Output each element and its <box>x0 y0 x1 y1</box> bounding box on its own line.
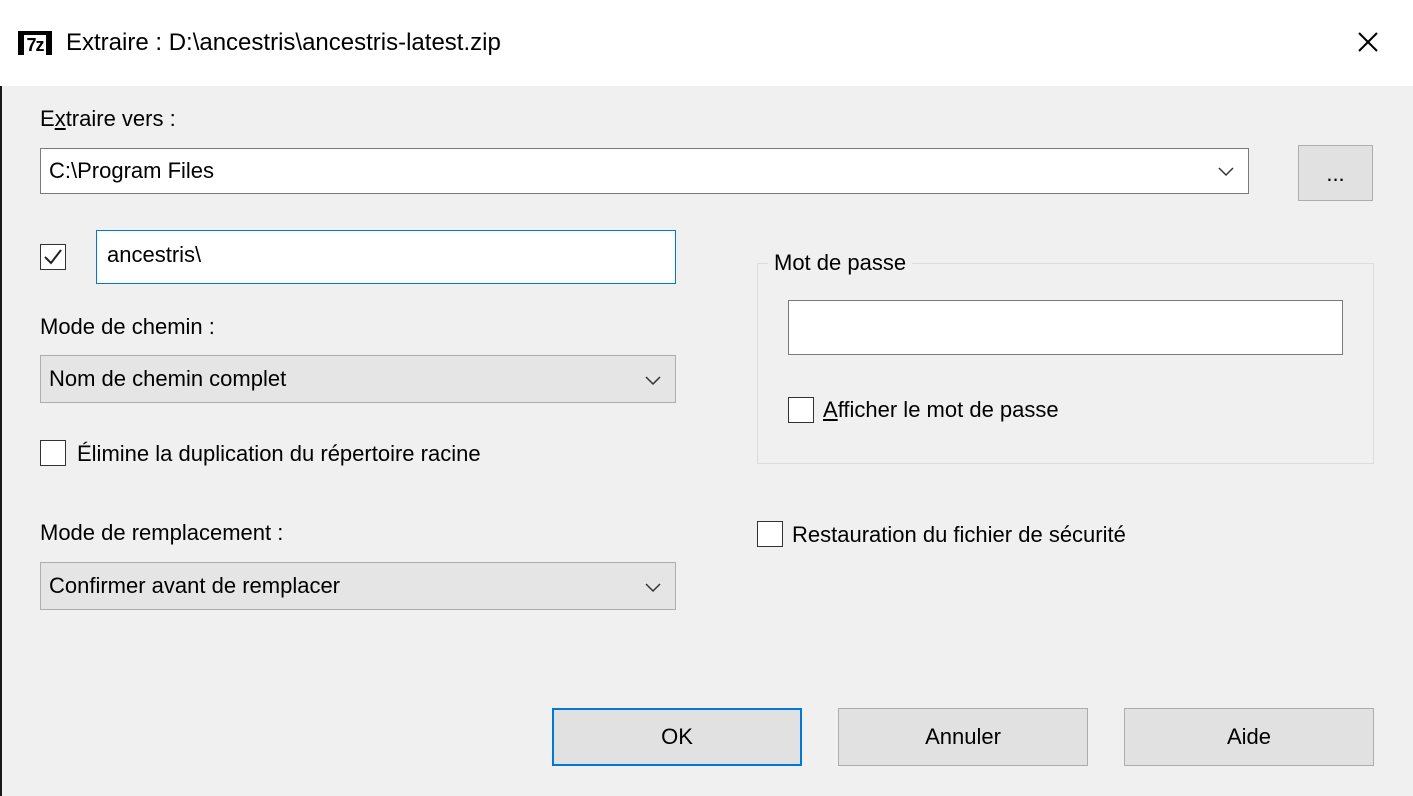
show-password-label[interactable]: Afficher le mot de passe <box>823 397 1059 423</box>
checkmark-icon <box>44 249 62 265</box>
password-input[interactable] <box>788 300 1343 355</box>
window-title: Extraire : D:\ancestris\ancestris-latest… <box>66 29 501 56</box>
extract-to-label: Extraire vers : <box>40 106 176 131</box>
overwrite-mode-selected: Confirmer avant de remplacer <box>49 573 341 598</box>
extract-path-value: C:\Program Files <box>49 158 215 183</box>
restore-security-label[interactable]: Restauration du fichier de sécurité <box>792 522 1126 548</box>
eliminate-duplication-label[interactable]: Élimine la duplication du répertoire rac… <box>77 441 481 467</box>
subfolder-checkbox[interactable] <box>40 244 66 270</box>
password-groupbox <box>757 263 1374 464</box>
app-icon-label: 7z <box>24 35 46 55</box>
subfolder-name-value: ancestris\ <box>107 242 202 267</box>
cancel-button[interactable]: Annuler <box>838 708 1088 766</box>
close-icon <box>1358 32 1378 52</box>
password-group-label: Mot de passe <box>768 250 913 276</box>
chevron-down-icon <box>645 376 661 386</box>
ok-button[interactable]: OK <box>552 708 802 766</box>
chevron-down-icon <box>645 583 661 593</box>
path-mode-label: Mode de chemin : <box>40 314 215 339</box>
subfolder-name-input[interactable]: ancestris\ <box>96 230 676 284</box>
eliminate-duplication-checkbox[interactable] <box>40 440 66 466</box>
path-mode-select[interactable]: Nom de chemin complet <box>40 355 676 403</box>
chevron-down-icon[interactable] <box>1216 163 1236 179</box>
overwrite-mode-select[interactable]: Confirmer avant de remplacer <box>40 562 676 610</box>
browse-button[interactable]: ... <box>1298 145 1373 201</box>
overwrite-mode-label: Mode de remplacement : <box>40 520 284 545</box>
show-password-checkbox[interactable] <box>788 397 814 423</box>
window-left-border <box>0 86 2 796</box>
extract-path-combobox[interactable]: C:\Program Files <box>40 148 1249 194</box>
help-button[interactable]: Aide <box>1124 708 1374 766</box>
close-button[interactable] <box>1348 22 1388 62</box>
restore-security-checkbox[interactable] <box>757 521 783 547</box>
app-icon: 7z <box>18 31 52 55</box>
path-mode-selected: Nom de chemin complet <box>49 366 287 391</box>
